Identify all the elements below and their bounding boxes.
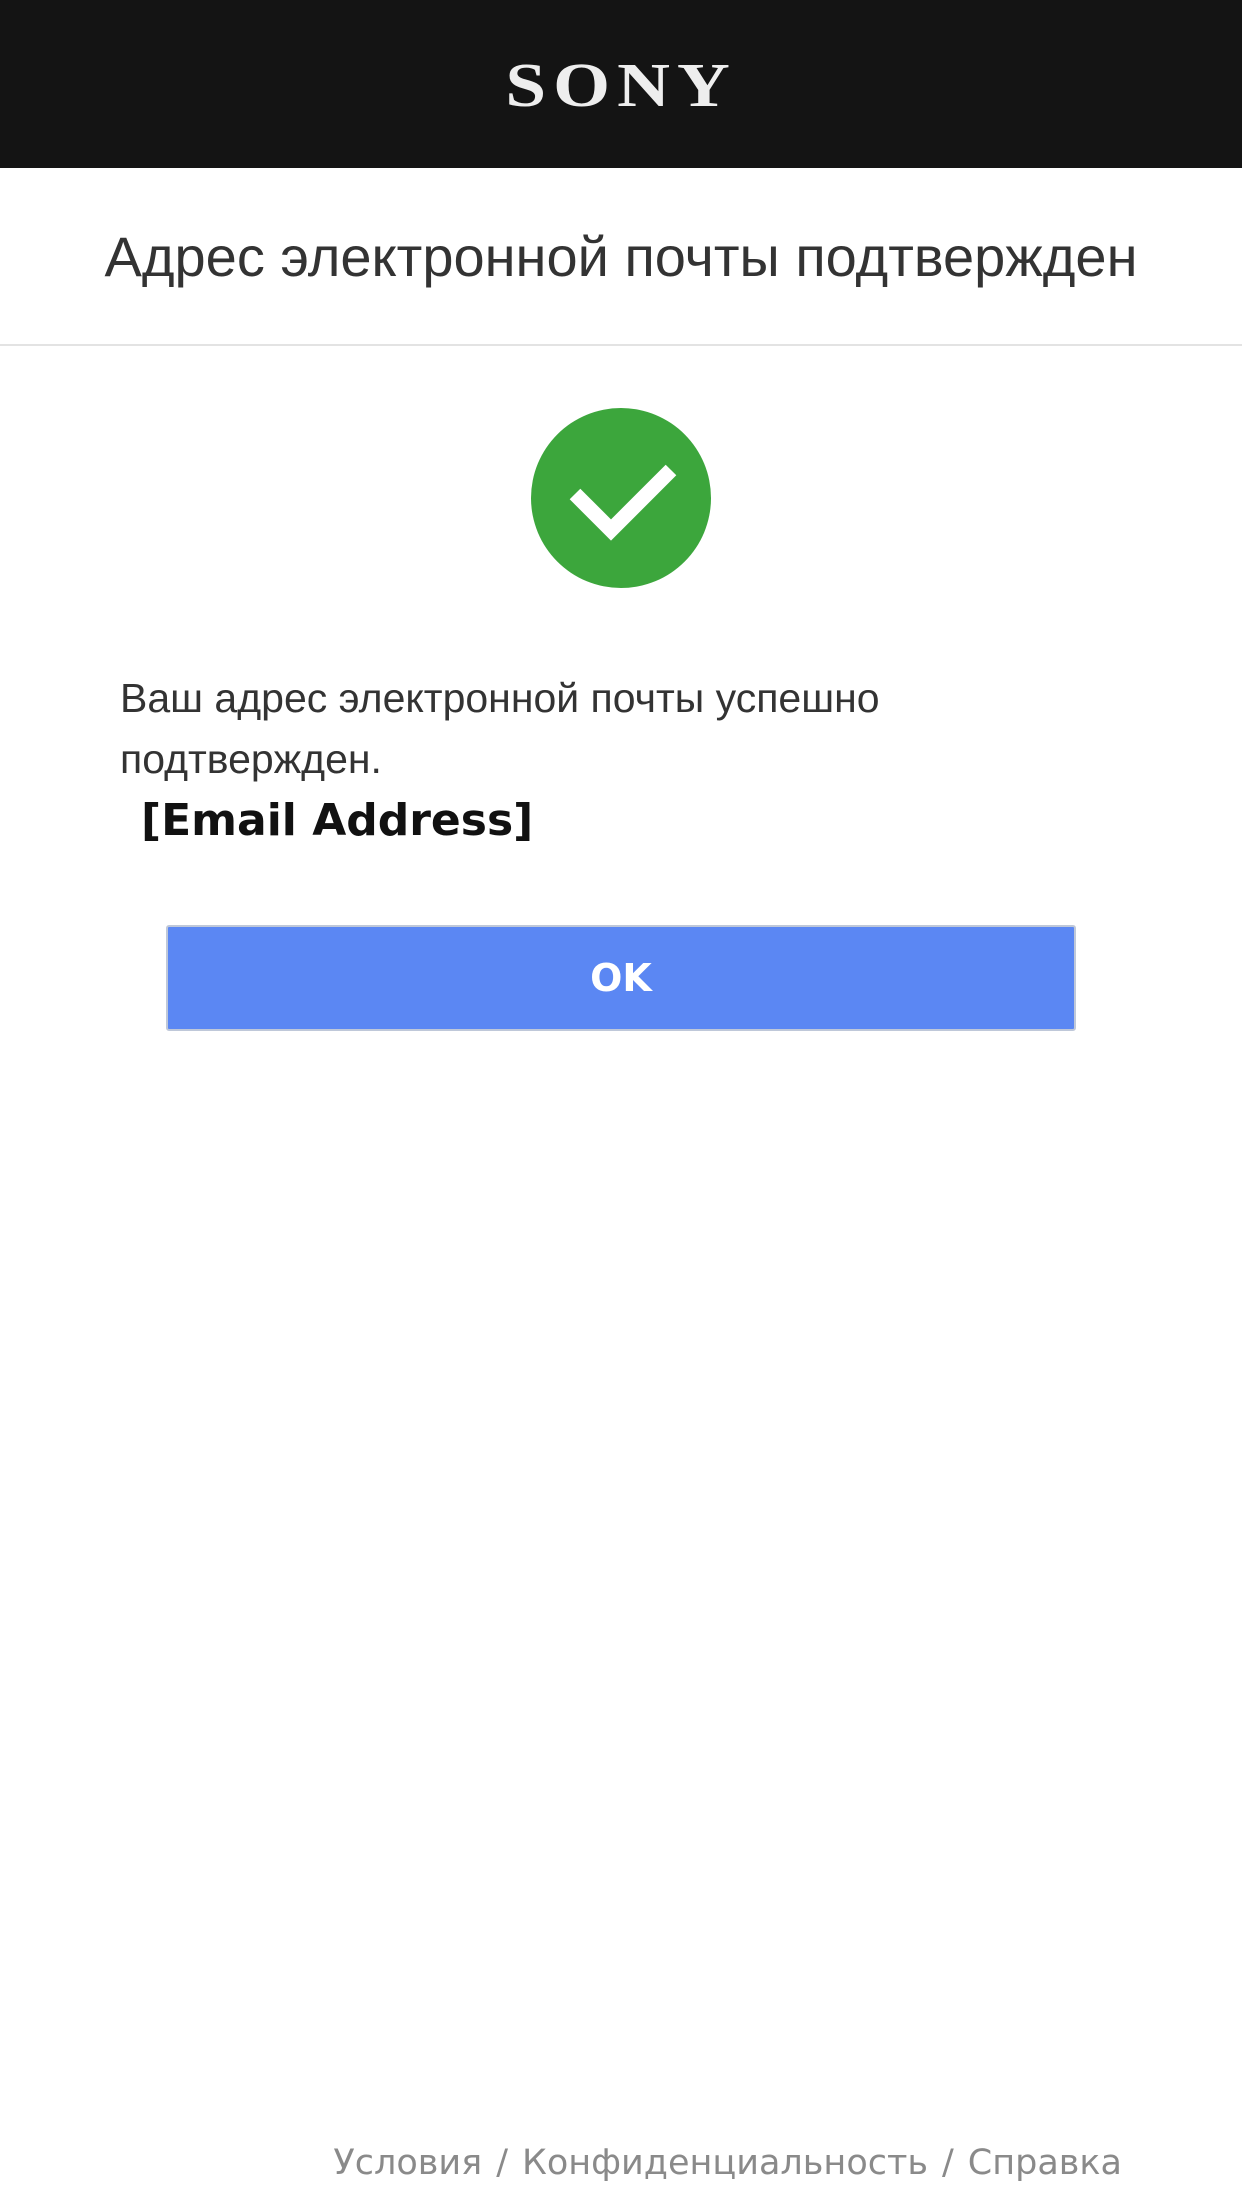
title-section: Адрес электронной почты подтвержден [0, 168, 1242, 346]
checkmark-icon [569, 464, 677, 541]
footer-links: Условия / Конфиденциальность / Справка [333, 2143, 1122, 2183]
footer-separator: / [942, 2143, 954, 2183]
email-address: [Email Address] [141, 795, 534, 846]
sony-logo: SONY [505, 52, 737, 120]
footer-link-help[interactable]: Справка [968, 2143, 1122, 2183]
check-circle-icon [531, 408, 711, 588]
top-bar: SONY [0, 0, 1242, 168]
page-title: Адрес электронной почты подтвержден [104, 224, 1138, 288]
footer-separator: / [496, 2143, 508, 2183]
confirmation-message: Ваш адрес электронной почты успешно подт… [120, 675, 880, 782]
footer-link-terms[interactable]: Условия [333, 2143, 482, 2183]
footer-link-privacy[interactable]: Конфиденциальность [522, 2143, 928, 2183]
ok-button[interactable]: OK [166, 925, 1076, 1031]
